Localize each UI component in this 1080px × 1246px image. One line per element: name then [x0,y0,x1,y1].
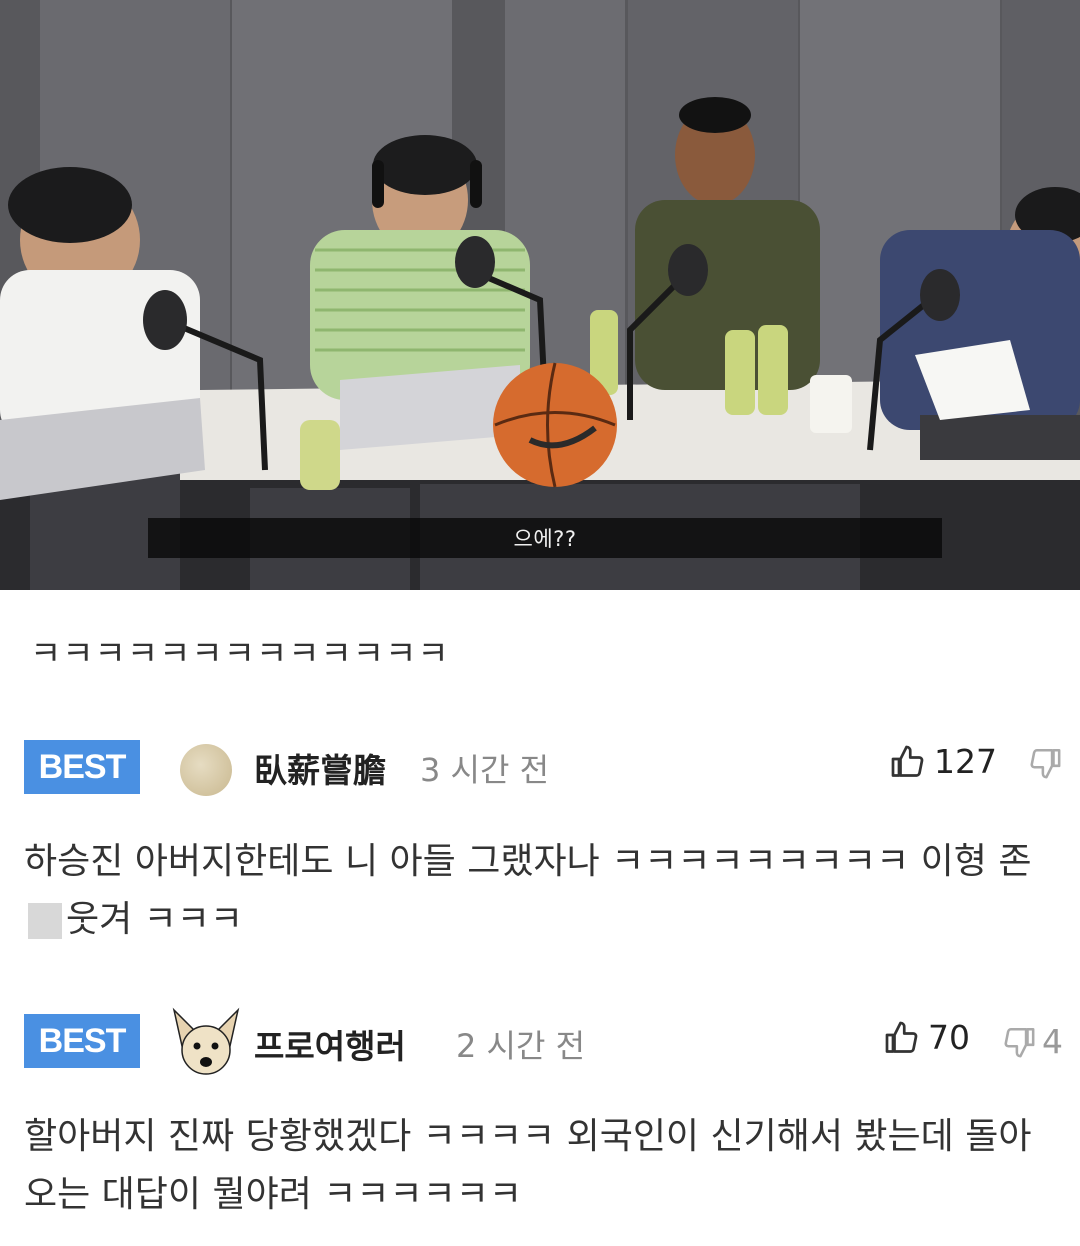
comment-body: 하승진 아버지한테도 니 아들 그랬자나 ㅋㅋㅋㅋㅋㅋㅋㅋㅋ 이형 존웃겨 ㅋㅋ… [24,833,1054,949]
like-count: 70 [928,1018,970,1057]
comment-username[interactable]: 臥薪嘗膽 [254,744,386,792]
comment-text-part: 하승진 아버지한테도 니 아들 그랬자나 ㅋㅋㅋㅋㅋㅋㅋㅋㅋ 이형 존 [24,841,1032,882]
dog-avatar-icon[interactable] [168,1006,244,1082]
post-text: ㅋㅋㅋㅋㅋㅋㅋㅋㅋㅋㅋㅋㅋ [30,634,450,674]
thumbs-up-icon [885,1021,918,1053]
comment-username[interactable]: 프로여행러 [254,1020,406,1068]
best-badge: BEST [24,1014,140,1068]
video-frame[interactable]: 으에?? [0,0,1080,590]
thumbs-down-icon [1030,748,1061,779]
like-button[interactable]: 127 [890,742,997,781]
dislike-button[interactable] [1028,746,1068,780]
comment-item: BEST 臥薪嘗膽 3 시간 전 127 하승진 아버지한테도 니 아들 그랬자… [0,738,1080,948]
subtitle-text: 으에?? [513,527,577,551]
censored-block [28,903,62,939]
dislike-button[interactable]: 4 [1002,1022,1063,1061]
user-avatar[interactable] [180,744,232,796]
comment-text-part: 웃겨 ㅋㅋㅋ [66,899,244,940]
comment-time: 2 시간 전 [456,1027,586,1065]
like-count: 127 [934,742,997,781]
best-badge: BEST [24,740,140,794]
comment-body: 할아버지 진짜 당황했겠다 ㅋㅋㅋㅋ 외국인이 신기해서 봤는데 돌아오는 대답… [24,1116,1032,1215]
video-scene [0,0,1080,590]
subtitle-bar: 으에?? [148,518,942,558]
dislike-count: 4 [1042,1022,1063,1061]
thumbs-up-icon [891,745,924,777]
comment-item: BEST 프로여행러 2 시간 전 70 4 할아버지 진짜 당황했겠다 ㅋㅋㅋ… [0,1007,1080,1230]
comment-time: 3 시간 전 [420,751,550,789]
like-button[interactable]: 70 [884,1018,970,1057]
thumbs-down-icon [1004,1027,1035,1057]
